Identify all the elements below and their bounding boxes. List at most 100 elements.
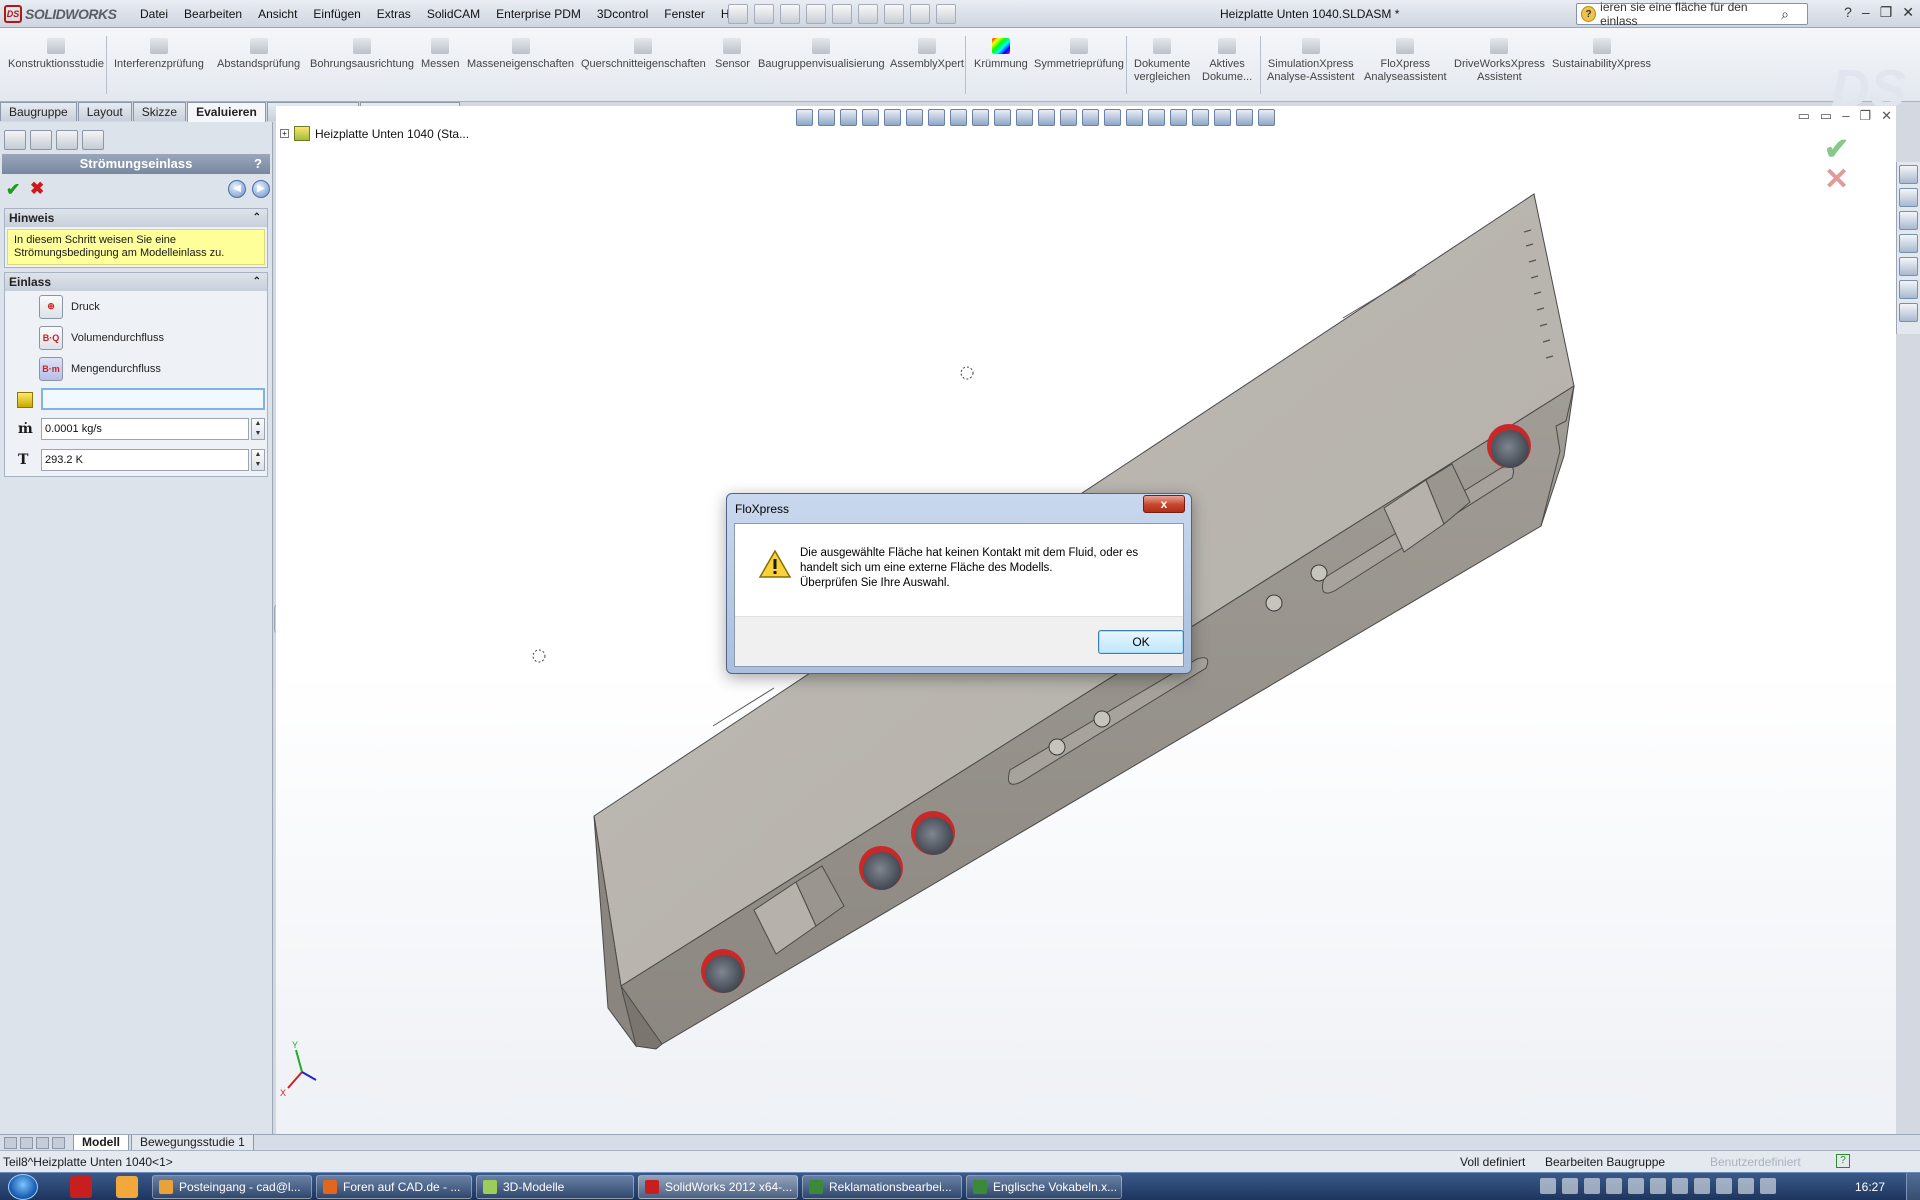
solidworks-resources-icon[interactable] bbox=[1899, 165, 1918, 184]
inlet-option[interactable]: ⊕ Druck bbox=[5, 291, 267, 322]
menu-item[interactable]: Datei bbox=[132, 7, 176, 21]
temperature-spinner[interactable]: ▲ ▼ bbox=[251, 449, 265, 471]
command-button[interactable]: Dokumente vergleichen bbox=[1134, 38, 1190, 84]
back-arrow-icon[interactable]: ◀ bbox=[228, 180, 246, 198]
next-tab-icon[interactable] bbox=[36, 1136, 49, 1149]
file-explorer-icon[interactable] bbox=[1899, 211, 1918, 230]
solidworks-quicklaunch-icon[interactable] bbox=[70, 1176, 92, 1198]
taskbar-button[interactable]: Reklamationsbearbei... bbox=[802, 1175, 962, 1199]
bottom-view-icon[interactable] bbox=[1038, 108, 1055, 126]
print-icon[interactable] bbox=[806, 4, 826, 24]
normal-to-icon[interactable] bbox=[1082, 108, 1099, 126]
prev-tab-icon[interactable] bbox=[20, 1136, 33, 1149]
menu-item[interactable]: 3Dcontrol bbox=[589, 7, 656, 21]
isometric-view-icon[interactable] bbox=[1060, 108, 1077, 126]
tab-layout[interactable]: Layout bbox=[77, 102, 132, 121]
tray-app-icon[interactable] bbox=[1606, 1178, 1622, 1194]
close-icon[interactable]: ✕ bbox=[1902, 4, 1914, 21]
cancel-x-icon[interactable]: ✖ bbox=[30, 179, 44, 199]
command-button[interactable]: Bohrungsausrichtung bbox=[310, 38, 414, 71]
tray-app-icon[interactable] bbox=[1628, 1178, 1644, 1194]
volume-icon[interactable] bbox=[1760, 1178, 1776, 1194]
mass-flow-input[interactable] bbox=[41, 418, 249, 440]
bottom-tab[interactable]: Bewegungsstudie 1 bbox=[131, 1134, 254, 1151]
command-button[interactable]: Masseneigenschaften bbox=[467, 38, 574, 71]
restore-icon[interactable]: ❐ bbox=[1880, 4, 1893, 21]
folder-icon[interactable] bbox=[1899, 234, 1918, 253]
inlet-option-icon[interactable]: B·Q bbox=[39, 325, 63, 350]
bottom-tab[interactable]: Modell bbox=[73, 1134, 129, 1151]
feature-tree-root[interactable]: + Heizplatte Unten 1040 (Sta... bbox=[280, 126, 469, 141]
open-icon[interactable] bbox=[754, 4, 774, 24]
front-view-icon[interactable] bbox=[928, 108, 945, 126]
inlet-option[interactable]: B·m Mengendurchfluss bbox=[5, 353, 267, 384]
command-button[interactable]: Querschnitteigenschaften bbox=[581, 38, 706, 71]
help-icon[interactable]: ? bbox=[1844, 4, 1852, 21]
zoom-to-fit-icon[interactable] bbox=[796, 108, 813, 126]
command-button[interactable]: Abstandsprüfung bbox=[217, 38, 300, 71]
tab-baugruppe[interactable]: Baugruppe bbox=[0, 102, 77, 121]
solidworks-logo[interactable]: DS SOLIDWORKS bbox=[4, 5, 117, 23]
options-icon[interactable] bbox=[936, 4, 956, 24]
single-view-icon[interactable] bbox=[1104, 108, 1121, 126]
confirm-checkmark-icon[interactable]: ✔ bbox=[6, 180, 20, 200]
apply-scene-icon[interactable] bbox=[1236, 108, 1253, 126]
zoom-to-area-icon[interactable] bbox=[818, 108, 835, 126]
help-icon[interactable]: ? bbox=[254, 154, 262, 174]
command-button[interactable]: Symmetrieprüfung bbox=[1034, 38, 1124, 71]
next-arrow-icon[interactable]: ▶ bbox=[252, 180, 270, 198]
start-button[interactable] bbox=[8, 1174, 38, 1200]
inlet-option-icon[interactable]: B·m bbox=[39, 356, 63, 381]
search-icon[interactable]: ⌕ bbox=[1781, 6, 1789, 23]
taskbar-button[interactable]: Englische Vokabeln.x... bbox=[966, 1175, 1122, 1199]
confirmation-cancel-icon[interactable]: ✕ bbox=[1824, 162, 1849, 197]
command-button[interactable]: Interferenzprüfung bbox=[114, 38, 204, 71]
tab-skizze[interactable]: Skizze bbox=[132, 102, 187, 121]
menu-item[interactable]: Fenster bbox=[656, 7, 713, 21]
collapse-icon[interactable]: ⌃ bbox=[253, 209, 261, 227]
menu-item[interactable]: Enterprise PDM bbox=[488, 7, 589, 21]
section-view-icon[interactable] bbox=[862, 108, 879, 126]
close-icon[interactable]: ✕ bbox=[1881, 108, 1892, 124]
command-button[interactable]: Sensor bbox=[715, 38, 750, 71]
display-icon[interactable] bbox=[1738, 1178, 1754, 1194]
new-document-icon[interactable] bbox=[728, 4, 748, 24]
hint-header[interactable]: Hinweis ⌃ bbox=[5, 209, 267, 227]
flag-icon[interactable] bbox=[1716, 1178, 1732, 1194]
command-button[interactable]: FloXpress Analyseassistent bbox=[1364, 38, 1447, 84]
save-icon[interactable] bbox=[780, 4, 800, 24]
display-style-icon[interactable] bbox=[906, 108, 923, 126]
four-view-icon[interactable] bbox=[1170, 108, 1187, 126]
inlet-option-icon[interactable]: ⊕ bbox=[39, 294, 63, 319]
view-settings-icon[interactable] bbox=[1258, 108, 1275, 126]
temperature-input[interactable] bbox=[41, 449, 249, 471]
file-properties-icon[interactable] bbox=[910, 4, 930, 24]
rebuild-icon[interactable] bbox=[884, 4, 904, 24]
back-view-icon[interactable] bbox=[950, 108, 967, 126]
feature-tree-tab-icon[interactable] bbox=[4, 130, 26, 150]
minimize-icon[interactable]: – bbox=[1842, 108, 1849, 124]
tray-app-icon[interactable] bbox=[1672, 1178, 1688, 1194]
view-orientation-icon[interactable] bbox=[884, 108, 901, 126]
custom-properties-icon[interactable] bbox=[1899, 303, 1918, 322]
status-units[interactable]: Benutzerdefiniert bbox=[1710, 1155, 1801, 1169]
edit-appearance-icon[interactable] bbox=[1214, 108, 1231, 126]
top-view-icon[interactable] bbox=[1016, 108, 1033, 126]
command-button[interactable]: SustainabilityXpress bbox=[1552, 38, 1651, 71]
expand-icon[interactable]: + bbox=[280, 129, 289, 138]
taskbar-button[interactable]: Foren auf CAD.de - ... bbox=[316, 1175, 472, 1199]
right-view-icon[interactable] bbox=[994, 108, 1011, 126]
view-palette-icon[interactable] bbox=[1899, 257, 1918, 276]
hide-show-items-icon[interactable] bbox=[1192, 108, 1209, 126]
menu-item[interactable]: Bearbeiten bbox=[176, 7, 250, 21]
restore-icon[interactable]: ❐ bbox=[1859, 108, 1871, 124]
command-button[interactable]: DriveWorksXpress Assistent bbox=[1454, 38, 1545, 84]
first-tab-icon[interactable] bbox=[4, 1136, 17, 1149]
menu-item[interactable]: Extras bbox=[369, 7, 419, 21]
two-view-vertical-icon[interactable] bbox=[1148, 108, 1165, 126]
configuration-manager-tab-icon[interactable] bbox=[56, 130, 78, 150]
tray-app-icon[interactable] bbox=[1584, 1178, 1600, 1194]
tray-app-icon[interactable] bbox=[1650, 1178, 1666, 1194]
design-library-icon[interactable] bbox=[1899, 188, 1918, 207]
search-box[interactable]: ? ieren sie eine fläche für den einlass … bbox=[1576, 0, 1808, 28]
